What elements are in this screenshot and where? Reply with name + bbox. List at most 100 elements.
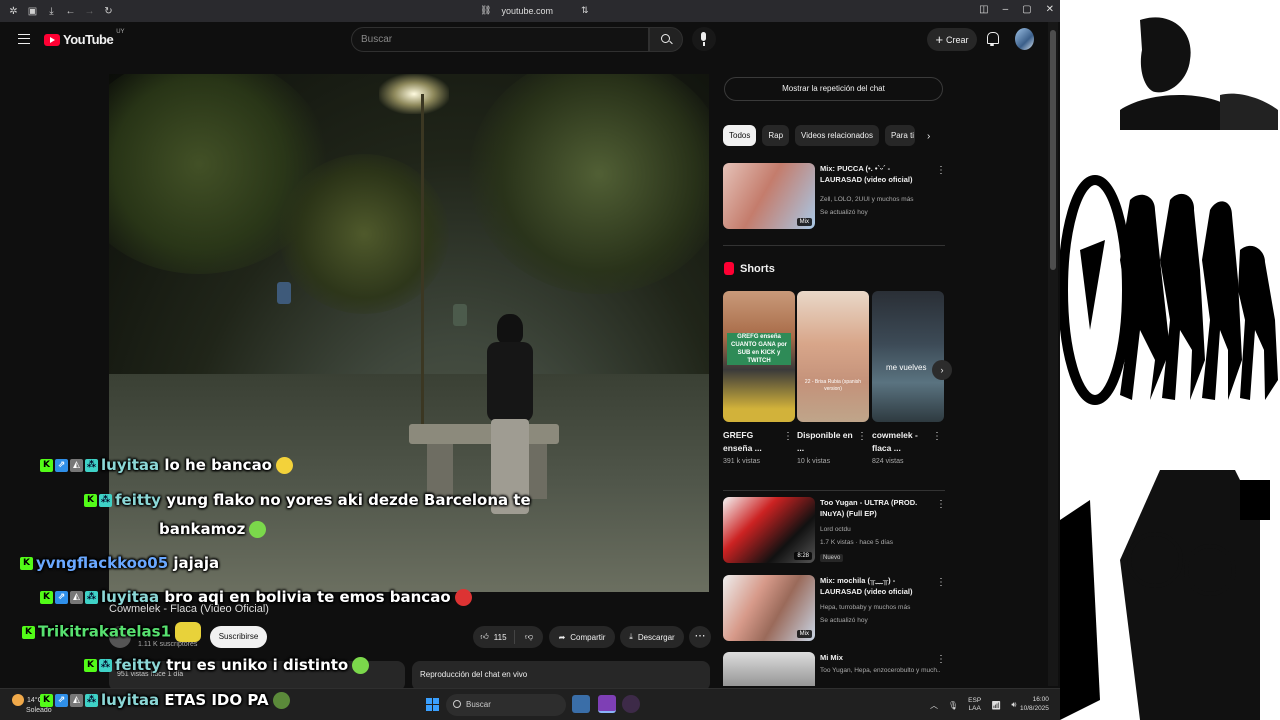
- chip-todos[interactable]: Todos: [723, 125, 757, 146]
- more-vert-icon[interactable]: ⋮: [932, 431, 942, 442]
- moderator-badge-icon: ⇗: [55, 694, 68, 707]
- site-info-icon[interactable]: ⛓: [480, 5, 491, 16]
- chevron-right-icon[interactable]: ›: [927, 131, 930, 142]
- short-item[interactable]: me vuelves cowmelek - flaca ... 824 vist…: [872, 291, 944, 465]
- short-overlay-text: GREFG enseña CUANTO GANA por SUB en KICK…: [727, 333, 791, 365]
- more-vert-icon[interactable]: ⋮: [936, 577, 946, 588]
- download-icon: ⤓: [629, 632, 633, 641]
- back-icon[interactable]: ←: [65, 6, 76, 17]
- sun-icon: [12, 694, 24, 706]
- subscribe-button[interactable]: Suscribirse: [210, 626, 267, 648]
- recommendation-title: Mix: PUCCA (•. •`ᵕ´ - LAURASAD (video of…: [820, 164, 913, 184]
- minimize-icon[interactable]: –: [1003, 4, 1009, 15]
- menu-icon[interactable]: [18, 34, 30, 44]
- download-button[interactable]: ⤓ Descargar: [620, 626, 684, 648]
- mix-badge: Mix: [796, 218, 812, 226]
- chip-videos-relacionados[interactable]: Videos relacionados: [795, 125, 879, 146]
- close-icon[interactable]: ✕: [1046, 4, 1054, 15]
- short-thumbnail: 22 - Brisa Rubia (spanish version): [797, 291, 869, 422]
- sticker-emoji-icon: [175, 622, 202, 642]
- short-item[interactable]: 22 - Brisa Rubia (spanish version) Dispo…: [797, 291, 869, 465]
- chip-rap[interactable]: Rap: [762, 125, 790, 146]
- logo-text: YouTube: [63, 32, 114, 47]
- download-label: Descargar: [637, 632, 675, 642]
- thumbs-down-icon[interactable]: 👎︎: [515, 632, 543, 642]
- overlay-graphic: [1060, 0, 1280, 720]
- wifi-icon[interactable]: 📶︎: [991, 701, 1001, 710]
- recommendation-meta: Se actualizó hoy: [820, 617, 868, 624]
- language-indicator[interactable]: ESP LAA: [968, 697, 981, 713]
- user-badges: K ⇗ ◭ ⁂: [40, 459, 98, 472]
- video-scene-pole: [421, 94, 424, 424]
- chat-text: bro aqi en bolivia te emos bancao: [164, 588, 451, 606]
- recommendation-item[interactable]: Mix Mix: PUCCA (•. •`ᵕ´ - LAURASAD (vide…: [723, 163, 948, 231]
- chat-replay-panel[interactable]: Reproducción del chat en vivo: [412, 661, 710, 691]
- reload-icon[interactable]: ↻: [103, 6, 114, 17]
- avatar[interactable]: [1015, 28, 1034, 50]
- browser-app-icon[interactable]: [598, 695, 616, 713]
- extensions-icon[interactable]: ✲: [8, 6, 19, 17]
- like-button[interactable]: 👍︎ 115: [473, 630, 515, 644]
- recommendation-item[interactable]: Mi Mix Too Yugan, Hepa, enzocerobulto y …: [723, 652, 948, 686]
- share-button[interactable]: ➦ Compartir: [549, 626, 615, 648]
- split-view-icon[interactable]: ◫: [979, 4, 988, 15]
- sidebar-icon[interactable]: ▣: [27, 6, 38, 17]
- chat-message: K ⇗ ◭ ⁂ luyitaa lo he bancao: [40, 456, 293, 474]
- maximize-icon[interactable]: ▢: [1022, 4, 1031, 15]
- mic-icon[interactable]: 🎙︎: [948, 701, 958, 710]
- lang-top: ESP: [968, 697, 982, 704]
- chip-para-ti[interactable]: Para ti: [884, 125, 915, 146]
- chat-text: ETAS IDO PA: [164, 691, 269, 709]
- recommendation-title: Mix: mochila (╥﹏╥) - LAURASAD (video ofi…: [820, 576, 913, 596]
- more-vert-icon[interactable]: ⋮: [936, 654, 946, 665]
- clock[interactable]: 16:00 10/8/2025: [1020, 695, 1049, 713]
- search-input[interactable]: Buscar: [351, 27, 649, 52]
- short-overlay-text: me vuelves: [886, 363, 927, 372]
- app-icon[interactable]: [622, 695, 640, 713]
- chat-text: yung flako no yores aki dezde Barcelona …: [166, 491, 531, 509]
- more-vert-icon[interactable]: ⋮: [783, 431, 793, 442]
- kick-badge-icon: K: [84, 494, 97, 507]
- clock-date: 10/8/2025: [1020, 705, 1049, 712]
- download-icon[interactable]: ⤓: [46, 6, 57, 17]
- tune-icon[interactable]: ⇅: [581, 5, 589, 16]
- recommendation-item[interactable]: 8:28 Too Yugan - ULTRA (PROD. INuYA) (Fu…: [723, 497, 948, 565]
- user-badges: K ⁂: [84, 494, 112, 507]
- mario-emoji-icon: [454, 589, 472, 606]
- user-badges: K ⇗ ◭ ⁂: [40, 591, 98, 604]
- voice-search-button[interactable]: [692, 27, 716, 51]
- green-blob-emoji-icon: [352, 657, 370, 674]
- chevron-up-icon[interactable]: ︿: [930, 700, 938, 711]
- address-bar[interactable]: ⛓ youtube.com ⇅: [480, 5, 589, 16]
- search-button[interactable]: [649, 27, 683, 52]
- file-explorer-icon[interactable]: [572, 695, 590, 713]
- chat-text: bankamoz: [159, 520, 246, 538]
- recommendation-item[interactable]: Mix Mix: mochila (╥﹏╥) - LAURASAD (video…: [723, 575, 948, 643]
- youtube-logo[interactable]: YouTube UY: [44, 29, 125, 47]
- stream-overlay-art: [1060, 0, 1280, 720]
- vip-badge-icon: ◭: [70, 591, 83, 604]
- scrollbar-thumb[interactable]: [1050, 30, 1056, 270]
- create-button[interactable]: + Crear: [927, 28, 977, 51]
- windows-start-icon[interactable]: [426, 698, 439, 711]
- show-chat-replay-button[interactable]: Mostrar la repetición del chat: [724, 77, 943, 101]
- taskbar-search[interactable]: Buscar: [446, 694, 566, 716]
- short-item[interactable]: GREFG enseña CUANTO GANA por SUB en KICK…: [723, 291, 795, 465]
- user-badges: K: [22, 625, 35, 639]
- page-scrollbar[interactable]: [1048, 22, 1058, 686]
- short-thumbnail: me vuelves: [872, 291, 944, 422]
- video-player[interactable]: [109, 74, 709, 592]
- chat-username: feitty: [115, 491, 161, 509]
- more-actions-icon[interactable]: ⋯: [689, 626, 711, 648]
- more-vert-icon[interactable]: ⋮: [936, 165, 946, 176]
- speaker-icon[interactable]: 🔊︎: [1011, 700, 1016, 710]
- kick-badge-icon: K: [84, 659, 97, 672]
- moderator-badge-icon: ⇗: [55, 459, 68, 472]
- more-vert-icon[interactable]: ⋮: [857, 431, 867, 442]
- chevron-right-icon[interactable]: ›: [932, 360, 952, 380]
- forward-icon[interactable]: →: [84, 6, 95, 17]
- chat-message-continuation: bankamoz: [159, 520, 267, 538]
- chat-text: tru es uniko i distinto: [166, 656, 349, 674]
- more-vert-icon[interactable]: ⋮: [936, 499, 946, 510]
- bell-icon[interactable]: [986, 32, 999, 46]
